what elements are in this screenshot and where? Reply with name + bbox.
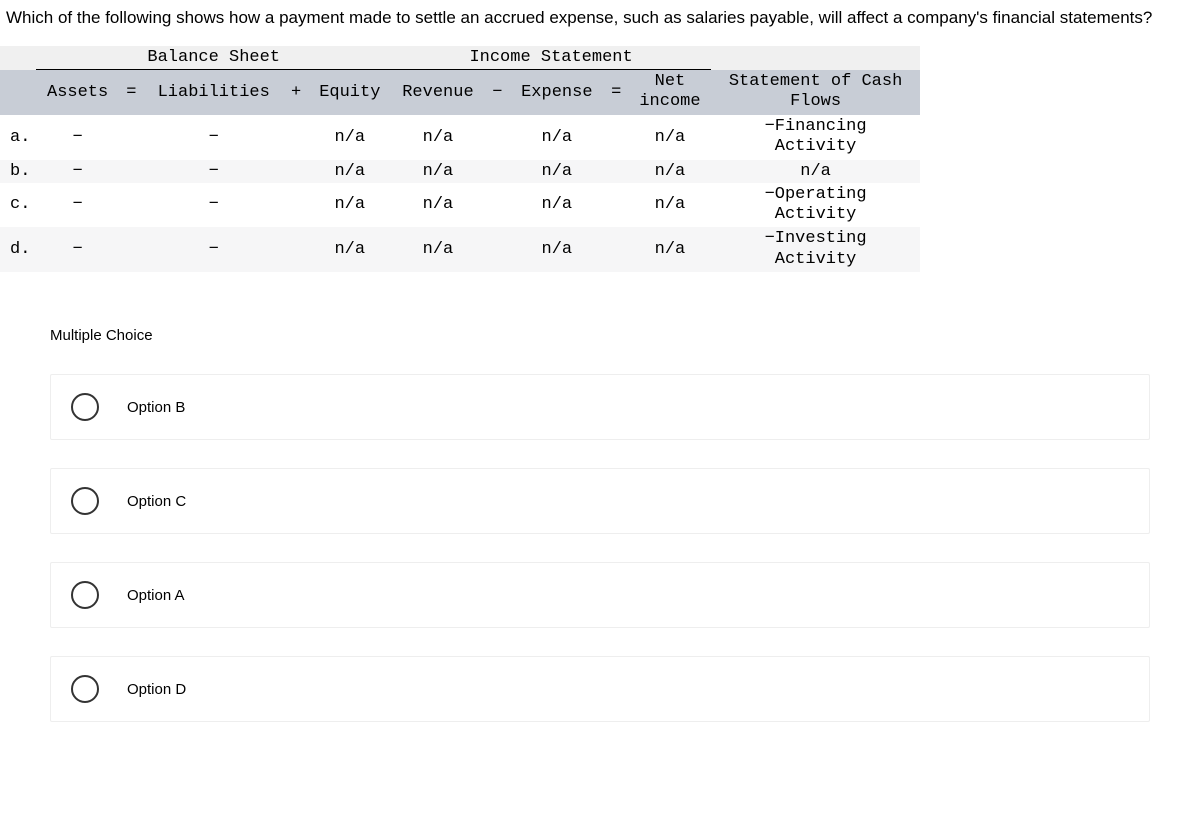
cell-socf-l2: Activity [775, 250, 857, 269]
effects-table-container: Balance Sheet Income Statement Assets = … [0, 46, 1200, 272]
cell-equity: n/a [309, 227, 391, 272]
radio-icon[interactable] [71, 393, 99, 421]
cell-assets: − [36, 183, 118, 228]
option-label: Option A [127, 587, 185, 604]
cell [604, 115, 629, 160]
col-minus: − [485, 70, 510, 115]
cell-netincome: n/a [629, 183, 711, 228]
col-assets: Assets [36, 70, 118, 115]
cell-equity: n/a [309, 115, 391, 160]
row-label: c. [0, 183, 36, 228]
cell-assets: − [36, 160, 118, 183]
group-balance-sheet: Balance Sheet [36, 46, 391, 70]
option-b[interactable]: Option B [50, 374, 1150, 440]
cell-expense: n/a [510, 183, 604, 228]
cell [119, 115, 144, 160]
cell-revenue: n/a [391, 227, 485, 272]
spacer [0, 46, 36, 70]
col-blank [0, 70, 36, 115]
cell-netincome: n/a [629, 227, 711, 272]
option-d[interactable]: Option D [50, 656, 1150, 722]
cell-equity: n/a [309, 160, 391, 183]
cell-liabilities: − [144, 183, 284, 228]
cell-socf-l1: −Investing [765, 229, 867, 248]
option-a[interactable]: Option A [50, 562, 1150, 628]
cell-socf-l1: −Operating [765, 185, 867, 204]
cell-expense: n/a [510, 115, 604, 160]
col-netincome-l1: Net [655, 72, 686, 91]
col-revenue: Revenue [391, 70, 485, 115]
cell [119, 160, 144, 183]
cell-revenue: n/a [391, 115, 485, 160]
cell [284, 183, 309, 228]
col-socf-l1: Statement of Cash [729, 72, 902, 91]
cell-assets: − [36, 115, 118, 160]
options-list: Option B Option C Option A Option D [50, 374, 1200, 722]
question-text: Which of the following shows how a payme… [0, 0, 1200, 46]
col-netincome: Net income [629, 70, 711, 115]
cell [485, 183, 510, 228]
cell-socf-l2: Activity [775, 205, 857, 224]
col-liabilities: Liabilities [144, 70, 284, 115]
option-c[interactable]: Option C [50, 468, 1150, 534]
cell-liabilities: − [144, 227, 284, 272]
cell [604, 227, 629, 272]
cell-socf: −Operating Activity [711, 183, 920, 228]
cell-socf: −Investing Activity [711, 227, 920, 272]
cell-equity: n/a [309, 183, 391, 228]
spacer [711, 46, 920, 70]
radio-icon[interactable] [71, 487, 99, 515]
row-label: b. [0, 160, 36, 183]
option-label: Option C [127, 493, 186, 510]
cell-netincome: n/a [629, 115, 711, 160]
col-socf-l2: Flows [790, 92, 841, 111]
row-label: a. [0, 115, 36, 160]
col-eq1: = [119, 70, 144, 115]
col-eq2: = [604, 70, 629, 115]
cell-socf: −Financing Activity [711, 115, 920, 160]
cell-revenue: n/a [391, 183, 485, 228]
cell [284, 227, 309, 272]
col-expense: Expense [510, 70, 604, 115]
cell-netincome: n/a [629, 160, 711, 183]
cell-expense: n/a [510, 227, 604, 272]
cell [119, 183, 144, 228]
col-socf: Statement of Cash Flows [711, 70, 920, 115]
col-netincome-l2: income [639, 92, 700, 111]
cell-revenue: n/a [391, 160, 485, 183]
cell [485, 115, 510, 160]
cell [485, 227, 510, 272]
cell [284, 115, 309, 160]
cell-assets: − [36, 227, 118, 272]
cell-liabilities: − [144, 115, 284, 160]
cell [604, 183, 629, 228]
cell-socf: n/a [711, 160, 920, 183]
multiple-choice-heading: Multiple Choice [50, 327, 1200, 344]
cell-socf-l1: −Financing [765, 117, 867, 136]
row-label: d. [0, 227, 36, 272]
col-equity: Equity [309, 70, 391, 115]
cell [485, 160, 510, 183]
cell [119, 227, 144, 272]
cell-expense: n/a [510, 160, 604, 183]
effects-table: Balance Sheet Income Statement Assets = … [0, 46, 920, 272]
cell [284, 160, 309, 183]
group-income-statement: Income Statement [391, 46, 711, 70]
cell-socf-l2: Activity [775, 137, 857, 156]
cell [604, 160, 629, 183]
option-label: Option B [127, 399, 185, 416]
col-plus: + [284, 70, 309, 115]
option-label: Option D [127, 681, 186, 698]
radio-icon[interactable] [71, 675, 99, 703]
radio-icon[interactable] [71, 581, 99, 609]
cell-liabilities: − [144, 160, 284, 183]
